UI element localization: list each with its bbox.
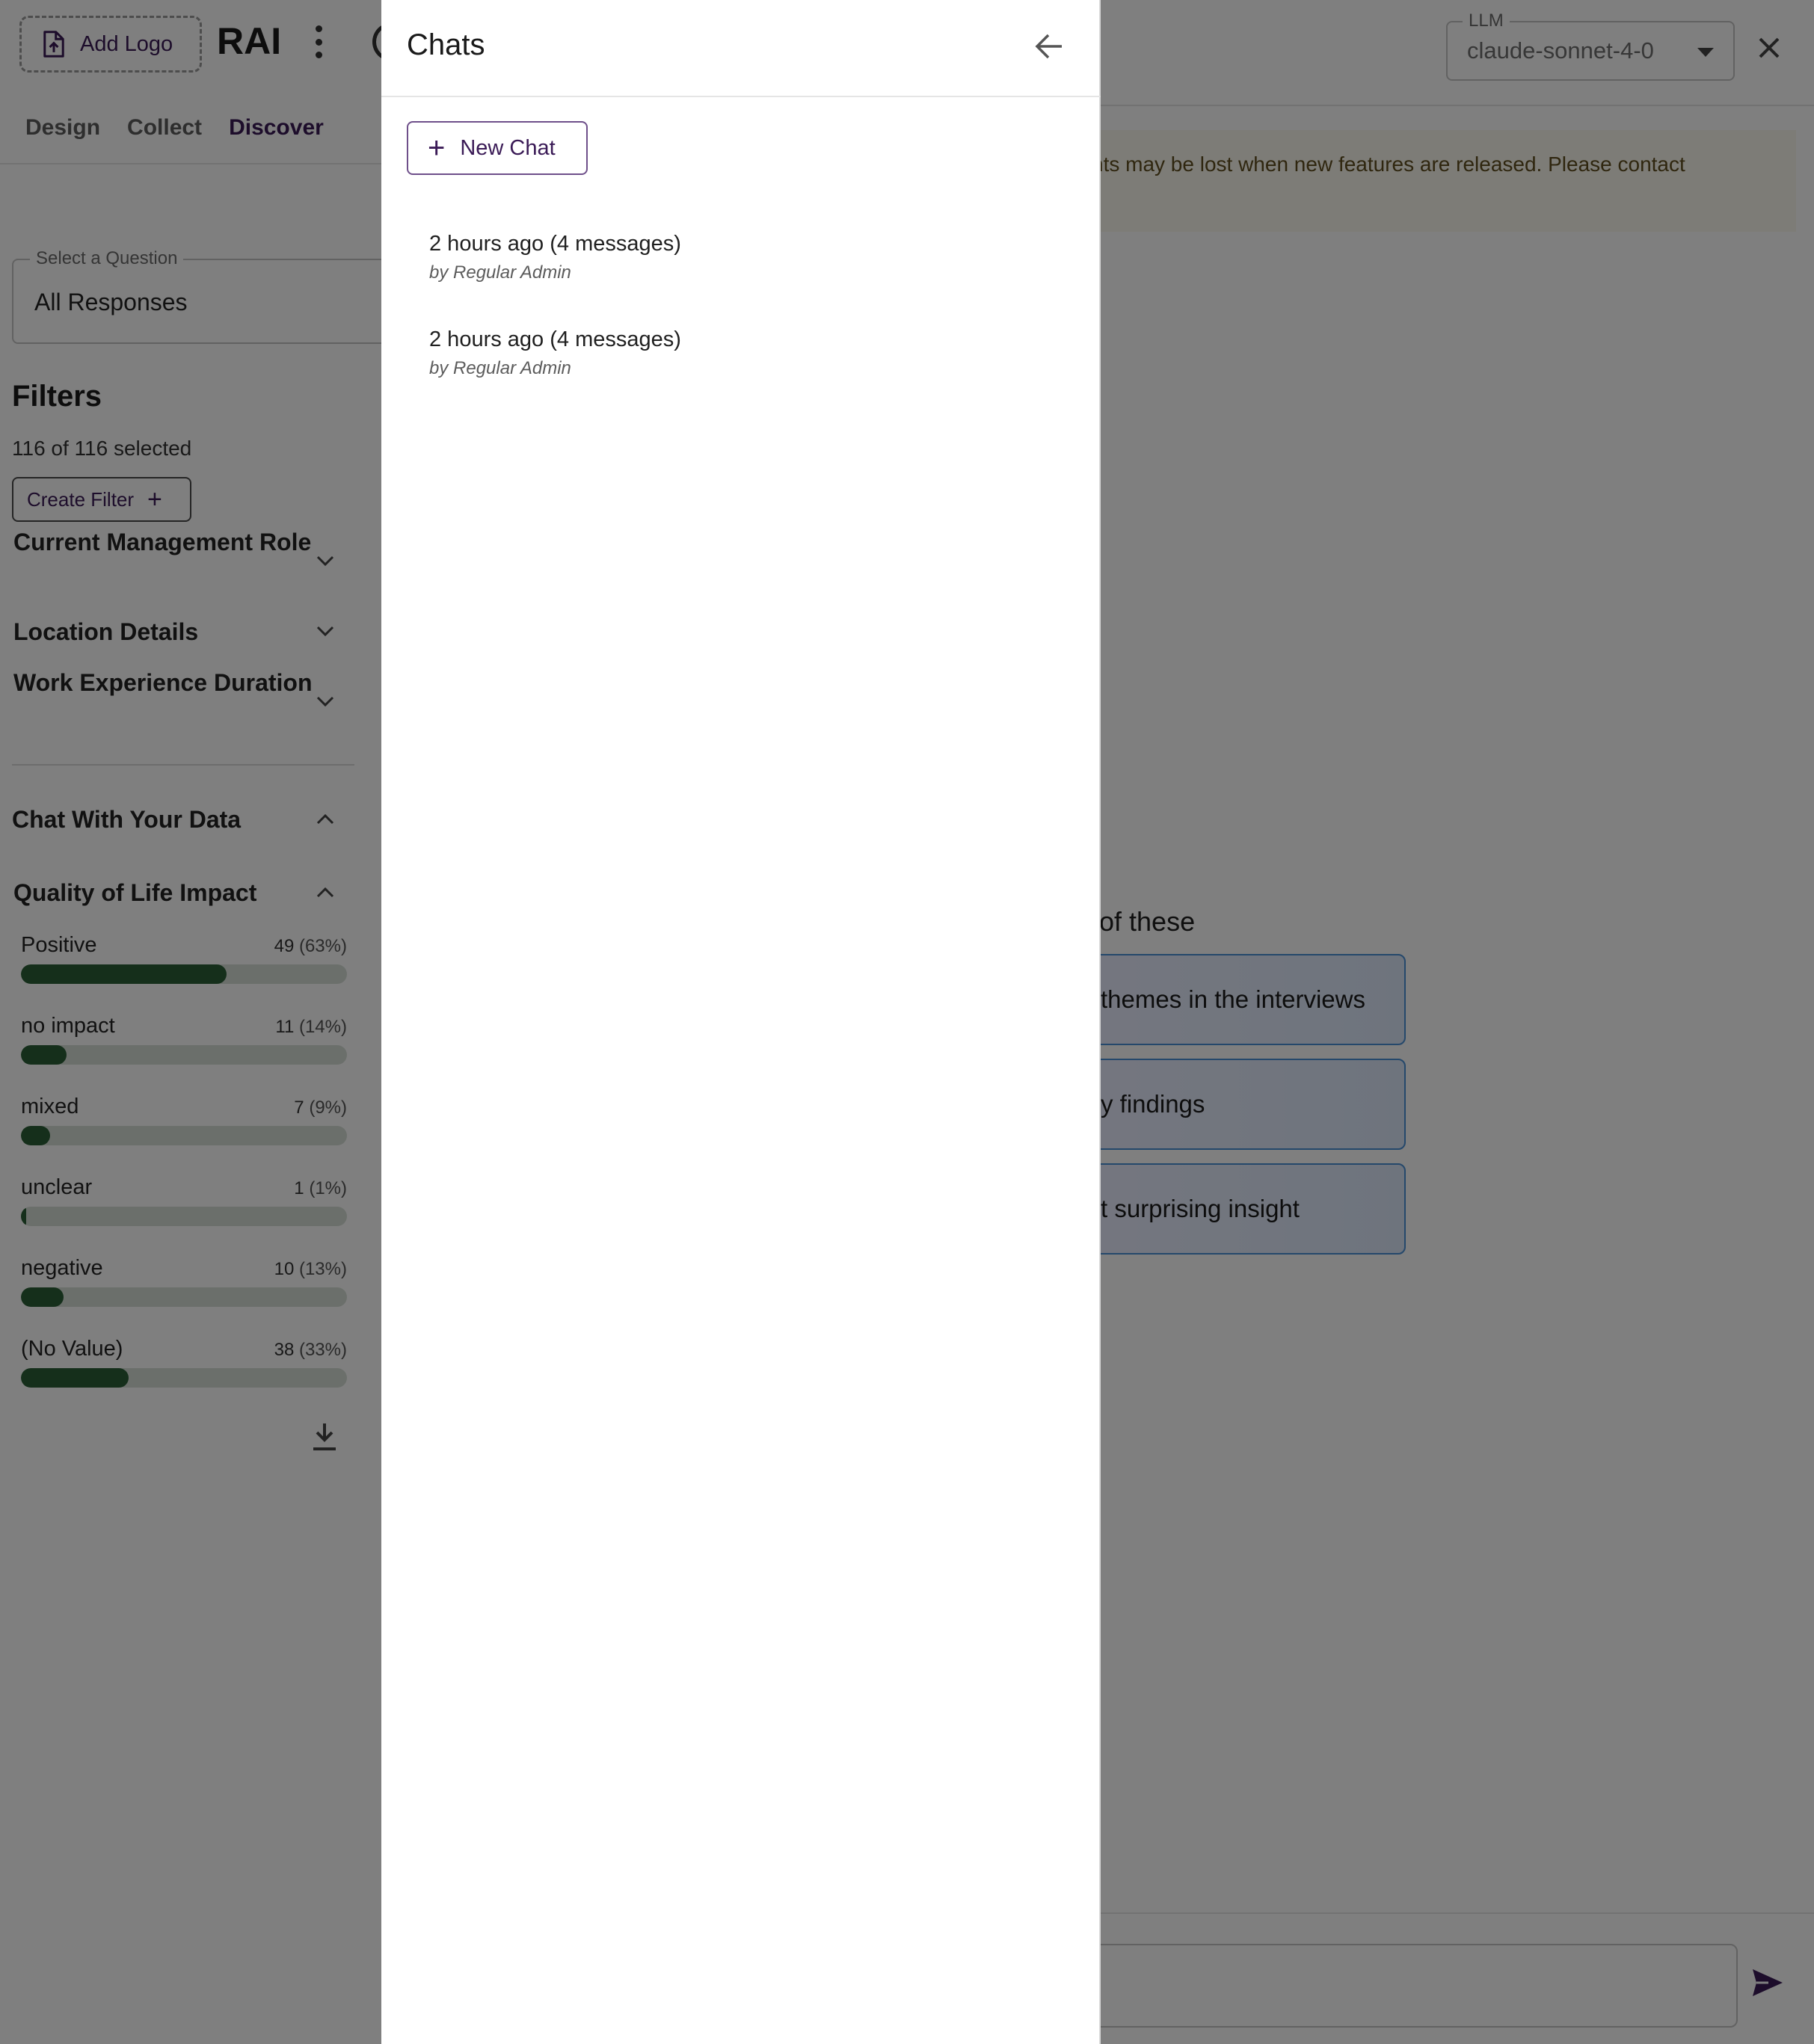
arrow-left-icon[interactable]	[1033, 31, 1065, 61]
plus-icon: +	[428, 132, 446, 164]
drawer-title: Chats	[407, 28, 485, 61]
new-chat-button[interactable]: + New Chat	[407, 121, 588, 175]
chat-history-title: 2 hours ago (4 messages)	[429, 327, 681, 351]
drawer-header-divider	[381, 96, 1101, 97]
chat-history-item[interactable]: 2 hours ago (4 messages) by Regular Admi…	[429, 327, 1042, 379]
chat-history-item[interactable]: 2 hours ago (4 messages) by Regular Admi…	[429, 232, 1042, 283]
chat-history-author: by Regular Admin	[429, 358, 571, 378]
chat-history-title: 2 hours ago (4 messages)	[429, 232, 681, 256]
chat-history-author: by Regular Admin	[429, 262, 571, 283]
new-chat-label: New Chat	[460, 135, 556, 160]
chats-drawer: Chats + New Chat 2 hours ago (4 messages…	[381, 0, 1101, 2044]
